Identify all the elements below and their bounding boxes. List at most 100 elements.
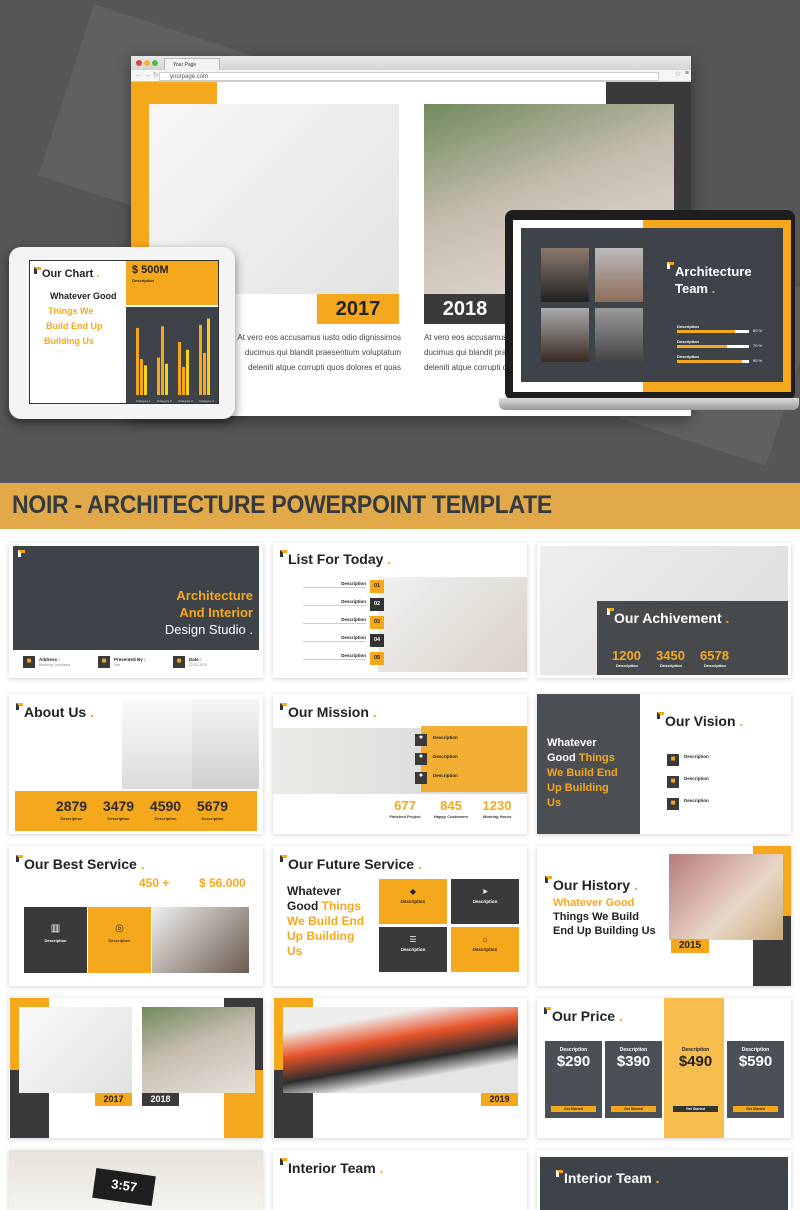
- service-box: ☰ Description: [379, 927, 447, 972]
- info-label: Date :: [189, 657, 202, 662]
- corner-mark-icon: [667, 262, 674, 269]
- corner-mark-icon: [657, 712, 664, 719]
- mission-icon: ●: [415, 772, 427, 784]
- info-value: Noir: [114, 663, 121, 667]
- get-started-button[interactable]: Get Started: [551, 1106, 596, 1112]
- service-box: ▥ Description: [24, 907, 87, 973]
- stat-value: 3450: [656, 648, 685, 663]
- desk-photo: [378, 577, 527, 672]
- vision-icon: ■: [667, 754, 679, 766]
- year-badge: 2018: [424, 294, 506, 324]
- plan-price: $390: [616, 1053, 651, 1070]
- slide-clock[interactable]: 3:57: [9, 1150, 263, 1210]
- slide-achievement[interactable]: Our Achivement . 1200 Description 3450 Desc…: [537, 543, 791, 678]
- browser-titlebar: Your Page: [131, 56, 691, 70]
- chart-bar: [203, 352, 206, 395]
- service-box: ⌂ Description: [451, 927, 519, 972]
- chart-bar: [199, 324, 202, 395]
- vision-headline: Whatever Good Things We Build End Up Bui…: [547, 737, 618, 809]
- vision-label: Description: [684, 754, 709, 759]
- info-label: Presented By :: [114, 657, 146, 662]
- list-number: 02: [370, 598, 384, 611]
- skill-label: Description: [677, 354, 700, 359]
- chart-bar: [157, 357, 160, 395]
- list-label: Description: [341, 653, 366, 658]
- stat-value: 5679: [196, 798, 229, 814]
- slide-title: Our Mission .: [288, 704, 377, 720]
- target-icon: ◎: [115, 923, 124, 934]
- slide-title: Our Vision .: [665, 713, 744, 729]
- laptop-device: Architecture Team . Description 80 % Desc…: [499, 210, 800, 430]
- browser-toolbar: ← → ↻ yourpage.com ☆ ≡: [131, 70, 691, 82]
- close-dot-icon[interactable]: [136, 60, 142, 66]
- stat-value: 1230: [482, 798, 512, 813]
- slide-cover[interactable]: Architecture And Interior Design Studio . …: [9, 543, 263, 678]
- service-icon: ◆: [409, 887, 417, 896]
- mission-icon: ●: [415, 734, 427, 746]
- chart-bar: [144, 365, 147, 395]
- skill-value: 80 %: [753, 328, 763, 333]
- skill-label: Description: [677, 339, 700, 344]
- get-started-button[interactable]: Get Started: [733, 1106, 778, 1112]
- hamburger-icon[interactable]: ≡: [685, 70, 689, 77]
- slide-mission[interactable]: Our Mission . ● Description ● Description ● D…: [273, 694, 527, 834]
- mission-label: Description: [433, 735, 458, 740]
- banner-title: NOIR - ARCHITECTURE POWERPOINT TEMPLATE: [12, 491, 552, 519]
- slide-title: List For Today .: [288, 551, 392, 567]
- year-badge: 2018: [142, 1093, 179, 1106]
- cover-title: Architecture And Interior Design Studio .: [164, 588, 253, 637]
- browser-tab[interactable]: Your Page: [164, 58, 220, 70]
- monitor-photo: [283, 1007, 518, 1093]
- category-label: Category 1: [136, 399, 151, 403]
- url-input[interactable]: yourpage.com: [159, 72, 659, 81]
- stat-label: Happy Customers: [433, 814, 469, 819]
- price-card: Description $290 Get Started: [545, 1041, 602, 1118]
- star-icon[interactable]: ☆: [675, 70, 681, 78]
- service-icon: ☰: [409, 935, 417, 944]
- slide-list[interactable]: List For Today . Description 01 Descriptio…: [273, 543, 527, 678]
- body-text: At vero eos accusamus iusto odio digniss…: [237, 333, 401, 372]
- info-value: Bandung, Indonesia: [39, 663, 71, 667]
- year-badge: 2017: [95, 1093, 132, 1106]
- slide-future-service[interactable]: Our Future Service . Whatever Good Thing…: [273, 846, 527, 986]
- list-number: 01: [370, 580, 384, 593]
- maximize-dot-icon[interactable]: [152, 60, 158, 66]
- stat-value: 845: [440, 798, 462, 813]
- corner-mark-icon: [34, 267, 41, 274]
- devices-photo: [122, 699, 194, 789]
- headline: Things We: [48, 306, 94, 316]
- slide-bg: Architecture Team . Description 80 % Desc…: [521, 228, 783, 382]
- slide-history[interactable]: 2015 Our History . Whatever Good Things …: [537, 846, 791, 986]
- team-photo: [595, 308, 643, 362]
- slide-monitor[interactable]: 2019: [273, 998, 527, 1138]
- slide-about[interactable]: About Us . 2879 Description 3479 Descriptio…: [9, 694, 263, 834]
- chart-bar: [186, 349, 189, 395]
- slide-team-a[interactable]: Interior Team .: [273, 1150, 527, 1210]
- mission-label: Description: [433, 754, 458, 759]
- get-started-button[interactable]: Get Started: [611, 1106, 656, 1112]
- price-card: Description $390 Get Started: [605, 1041, 662, 1118]
- slide-best-service[interactable]: Our Best Service . 450 + $ 56.000 ▥ Desc…: [9, 846, 263, 986]
- vision-icon: ■: [667, 776, 679, 788]
- slide-price[interactable]: Our Price . Description $290 Get Started De…: [537, 998, 791, 1138]
- laptop-screen: Architecture Team . Description 80 % Desc…: [513, 220, 791, 392]
- skill-bar: [677, 360, 749, 363]
- patio-photo: [142, 1007, 255, 1093]
- chart-bar: [140, 359, 143, 395]
- room-photo: [152, 907, 249, 973]
- slide-vision[interactable]: Whatever Good Things We Build End Up Bui…: [537, 694, 791, 834]
- slide-years[interactable]: 2017 2018: [9, 998, 263, 1138]
- slide-team-b[interactable]: Interior Team .: [537, 1150, 791, 1210]
- list-number: 03: [370, 616, 384, 629]
- back-forward-icon[interactable]: ← → ↻: [135, 71, 159, 79]
- minimize-dot-icon[interactable]: [144, 60, 150, 66]
- corner-mark-icon: [545, 876, 552, 883]
- slide-title: About Us .: [24, 704, 94, 720]
- get-started-button[interactable]: Get Started: [673, 1106, 718, 1112]
- decor-photo: [669, 854, 783, 940]
- mission-label: Description: [433, 773, 458, 778]
- stat-value: 4590: [149, 798, 182, 814]
- service-box: ◎ Description: [88, 907, 151, 973]
- plan-price: $490: [678, 1053, 713, 1070]
- laptop-base: [499, 398, 799, 410]
